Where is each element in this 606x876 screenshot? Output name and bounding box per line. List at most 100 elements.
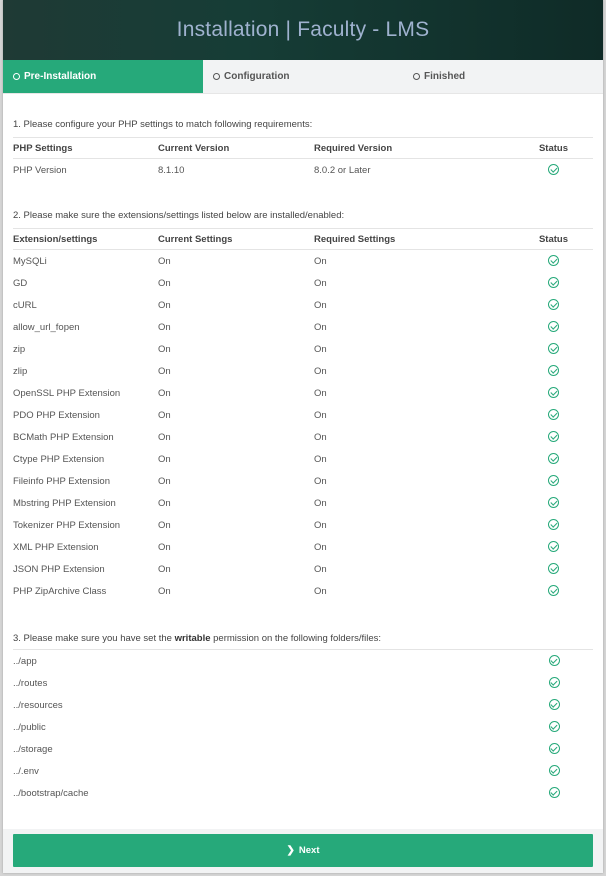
extension-name: BCMath PHP Extension [13,431,114,443]
folder-path: ../routes [13,677,48,689]
required-setting: On [314,387,327,399]
extension-name: XML PHP Extension [13,541,99,553]
current-setting: On [158,475,171,487]
folder-path: ../.env [13,765,39,777]
check-circle-icon [548,743,560,755]
check-circle-icon [548,387,559,399]
table-row: JSON PHP Extension On On [13,558,593,580]
current-setting: On [158,387,171,399]
check-circle-icon [548,721,560,733]
required-setting: On [314,409,327,421]
status-cell [514,250,593,273]
folder-path: ../app [13,655,37,667]
check-circle-icon [548,431,559,443]
status-cell [514,580,593,602]
status-cell [515,694,593,716]
column-header: PHP Settings [13,137,158,159]
table-row: ../bootstrap/cache [13,782,593,804]
check-circle-icon [548,343,559,355]
folder-path: ../bootstrap/cache [13,787,89,799]
current-setting: On [158,277,171,289]
extension-name: PHP ZipArchive Class [13,585,107,597]
status-cell [515,650,593,673]
current-setting: On [158,453,171,465]
extension-name: PDO PHP Extension [13,409,100,421]
php-settings-table: PHP Settings Current Version Required Ve… [13,137,593,181]
check-circle-icon [548,497,559,509]
table-row: PHP Version 8.1.10 8.0.2 or Later [13,159,593,182]
table-row: PHP ZipArchive Class On On [13,580,593,602]
current-setting: On [158,321,171,333]
status-cell [515,738,593,760]
status-cell [515,760,593,782]
table-row: cURL On On [13,294,593,316]
table-row: ../storage [13,738,593,760]
extension-name: GD [13,277,28,289]
required-setting: On [314,453,327,465]
php-section-title: 1. Please configure your PHP settings to… [13,119,313,130]
status-cell [514,448,593,470]
extension-name: Mbstring PHP Extension [13,497,116,509]
check-circle-icon [548,475,559,487]
check-circle-icon [548,563,559,575]
step-tabs: Pre-Installation Configuration Finished [3,60,603,94]
circle-icon [213,73,220,80]
current-setting: On [158,519,171,531]
main-content: 1. Please configure your PHP settings to… [3,119,603,804]
status-cell [515,716,593,738]
extension-name: Ctype PHP Extension [13,453,105,465]
check-circle-icon [548,519,559,531]
table-row: GD On On [13,272,593,294]
setting-name: PHP Version [13,164,67,176]
status-cell [515,672,593,694]
status-cell [514,294,593,316]
circle-icon [13,73,20,80]
check-circle-icon [548,365,559,377]
tab-label: Pre-Installation [24,71,97,82]
tab-configuration[interactable]: Configuration [203,60,403,93]
required-setting: On [314,255,327,267]
current-setting: On [158,563,171,575]
column-header: Current Settings [158,228,314,250]
next-button[interactable]: ❯ Next [13,834,593,867]
extension-name: zip [13,343,26,355]
status-cell [514,426,593,448]
column-header: Status [514,137,593,159]
column-header: Required Version [314,137,514,159]
table-row: OpenSSL PHP Extension On On [13,382,593,404]
status-cell [514,514,593,536]
required-setting: On [314,365,327,377]
current-setting: On [158,255,171,267]
current-setting: On [158,431,171,443]
footer-bar: ❯ Next [3,829,603,873]
status-cell [514,360,593,382]
folder-path: ../resources [13,699,63,711]
status-cell [514,558,593,580]
table-row: allow_url_fopen On On [13,316,593,338]
tab-pre-installation[interactable]: Pre-Installation [3,60,203,93]
current-setting: On [158,343,171,355]
check-circle-icon [548,321,559,333]
extension-name: zlip [13,365,28,377]
installer-header: Installation | Faculty - LMS [3,0,603,60]
table-row: Fileinfo PHP Extension On On [13,470,593,492]
extension-name: OpenSSL PHP Extension [13,387,121,399]
check-circle-icon [548,541,559,553]
required-setting: On [314,277,327,289]
required-setting: On [314,299,327,311]
table-row: zlip On On [13,360,593,382]
check-circle-icon [548,655,560,667]
installer-window: Installation | Faculty - LMS Pre-Install… [3,0,603,873]
extension-name: Fileinfo PHP Extension [13,475,110,487]
table-row: PDO PHP Extension On On [13,404,593,426]
table-row: Mbstring PHP Extension On On [13,492,593,514]
check-circle-icon [548,255,559,267]
required-setting: On [314,475,327,487]
tab-finished[interactable]: Finished [403,60,603,93]
table-row: ../public [13,716,593,738]
folder-path: ../public [13,721,46,733]
next-button-label: Next [298,845,320,856]
check-circle-icon [548,453,559,465]
table-row: ../app [13,650,593,673]
table-row: MySQLi On On [13,250,593,273]
